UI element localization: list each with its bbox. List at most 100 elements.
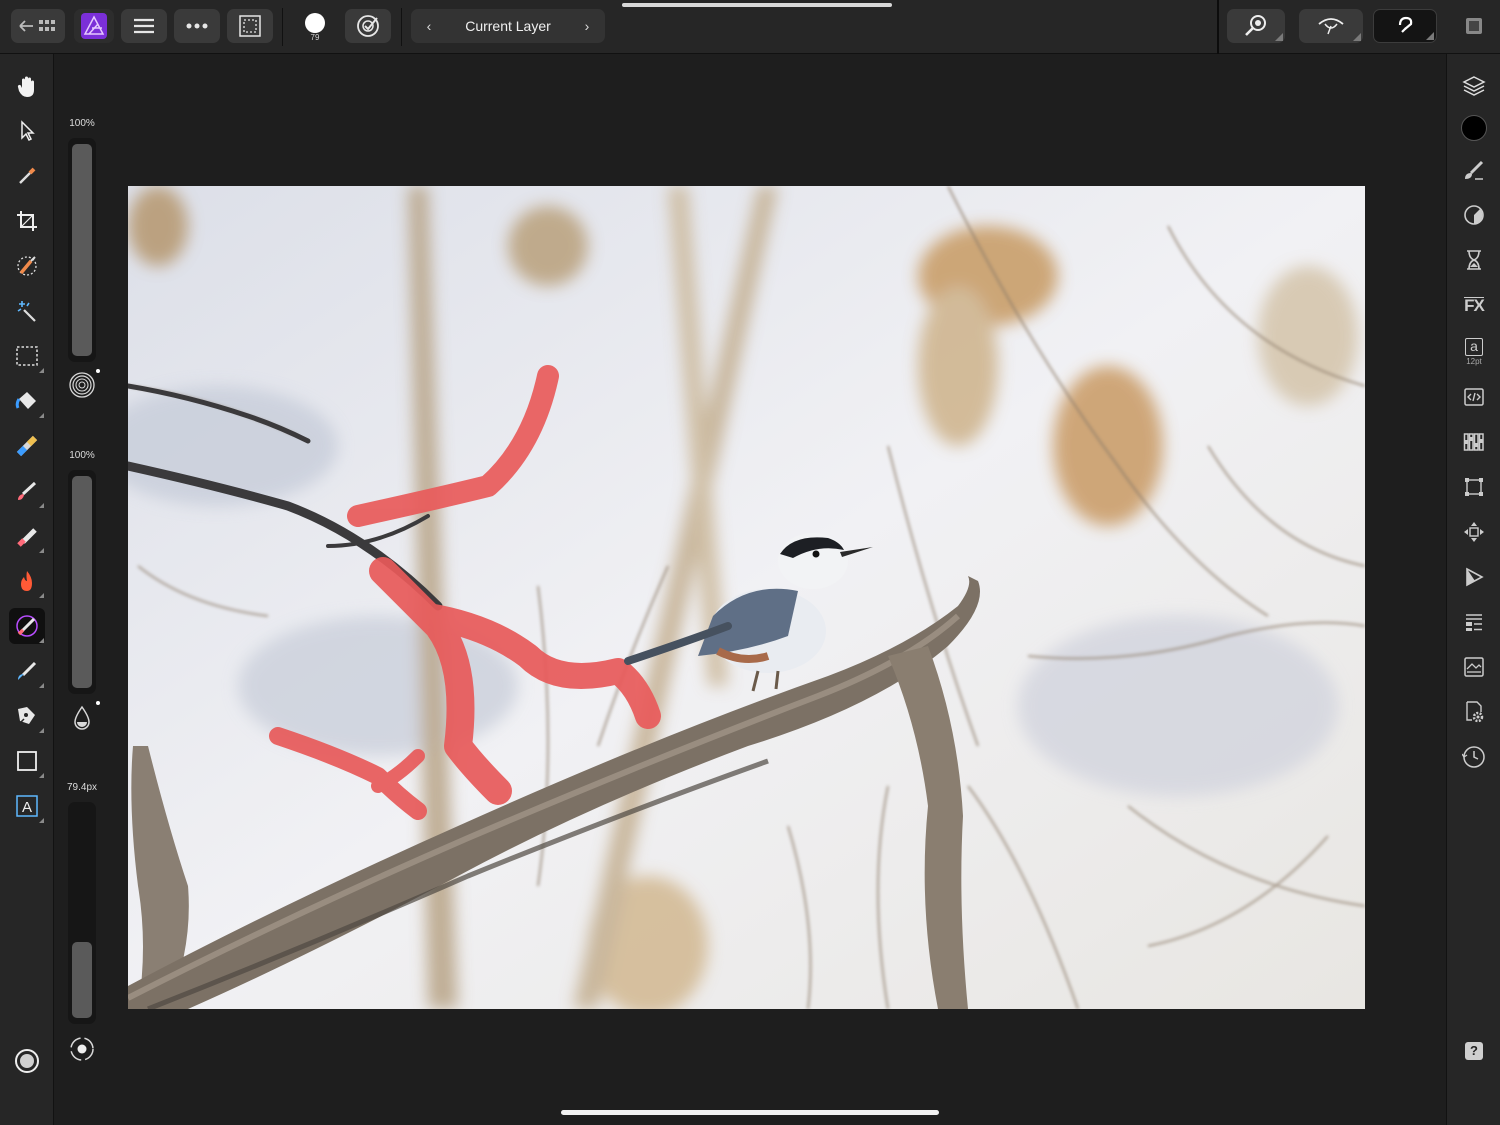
channels-icon [1463,433,1484,451]
flow-slider-fill [72,476,92,688]
channels-panel[interactable] [1459,427,1489,457]
color-picker-tool[interactable] [9,158,45,194]
hand-tool[interactable] [9,69,45,105]
flow-mode-button[interactable] [67,703,97,733]
pen-tool[interactable] [9,698,45,734]
healing-brush-tool[interactable] [9,608,45,644]
width-value: 79.4px [66,782,98,793]
transform-icon [1465,478,1483,496]
crop-tool[interactable] [9,203,45,239]
move-tool[interactable] [9,113,45,149]
quick-menu-button[interactable] [345,9,391,43]
history-panel[interactable] [1459,742,1489,772]
studio-panel: FX a 12pt ? [1446,54,1500,1125]
brushes-panel[interactable] [1459,155,1489,185]
styles-panel[interactable] [1459,382,1489,412]
paint-brush-tool[interactable] [9,473,45,509]
library-panel[interactable] [1459,652,1489,682]
pen-icon [17,707,35,726]
flow-slider[interactable] [68,470,96,694]
fx-panel[interactable]: FX [1459,290,1489,320]
character-panel[interactable]: a 12pt [1459,333,1489,371]
submenu-indicator [39,683,44,688]
selection-brush-icon [17,256,37,276]
eraser-icon [17,528,37,547]
flame-icon [21,571,32,591]
text-char-icon: a [1465,338,1483,356]
spiral-target-icon [69,372,95,398]
opacity-mode-button[interactable] [67,370,97,400]
magic-wand-icon [17,301,36,322]
multitasking-handle[interactable] [622,3,892,7]
play-icon [1466,567,1484,587]
submenu-indicator [1353,33,1361,41]
width-slider[interactable] [68,802,96,1024]
hourglass-icon [1467,250,1481,270]
selection-button[interactable] [227,9,273,43]
crop-icon [17,211,37,231]
hamburger-icon [134,18,154,34]
color-panel[interactable] [1459,113,1489,143]
brush-size-badge: 79 [310,33,320,42]
transform-panel[interactable] [1459,472,1489,502]
droplet-icon [74,705,90,730]
rectangle-tool[interactable] [9,743,45,779]
erase-tool[interactable] [9,518,45,554]
zoom-button[interactable] [1227,9,1285,43]
text-a-icon: A [16,795,38,817]
burn-tool[interactable] [9,563,45,599]
gradient-tool[interactable] [9,428,45,464]
chevron-left-icon[interactable]: ‹ [421,18,437,34]
chevron-right-icon[interactable]: › [579,18,595,34]
app-root: 79 ‹ Current Layer › A 100% 100% 79.4px … [0,0,1500,1125]
record-button[interactable] [9,1043,45,1079]
submenu-indicator [39,593,44,598]
toolbar-separator [401,8,402,46]
layers-panel[interactable] [1459,71,1489,101]
dashed-rect-icon [16,346,38,366]
move-arrows-icon [1464,522,1484,542]
document-photo[interactable] [128,186,1365,1009]
width-slider-fill [72,942,92,1018]
arrow-pointer-icon [21,120,35,142]
stock-panel[interactable] [1459,607,1489,637]
pressure-dot [96,701,100,705]
artistic-text-tool[interactable]: A [9,788,45,824]
submenu-indicator [39,728,44,733]
fx-icon: FX [1464,295,1485,315]
menu-button[interactable] [121,9,167,43]
gradient-icon [16,435,38,457]
back-to-gallery-button[interactable] [11,9,65,43]
tools-panel: A [0,54,54,1125]
eye-cycle-icon [70,1037,94,1061]
width-mode-button[interactable] [67,1034,97,1064]
help-button[interactable]: ? [1459,1036,1489,1066]
magic-wand-tool[interactable] [9,293,45,329]
opacity-slider[interactable] [68,138,96,362]
healing-brush-icon [16,615,38,637]
selection-brush-tool[interactable] [9,248,45,284]
settings-panel[interactable] [1459,697,1489,727]
adjustments-panel[interactable] [1459,200,1489,230]
affinity-photo-logo [81,13,107,39]
macro-panel[interactable] [1459,562,1489,592]
character-size-label: 12pt [1466,357,1482,366]
color-button[interactable]: 79 [292,9,338,43]
magnifier-icon [1245,15,1266,36]
snapping-button[interactable] [1373,9,1437,43]
marquee-tool[interactable] [9,338,45,374]
flow-value: 100% [69,450,95,461]
flood-fill-tool[interactable] [9,383,45,419]
export-button[interactable] [1459,9,1489,43]
more-button[interactable] [174,9,220,43]
help-icon: ? [1465,1042,1483,1060]
persona-button[interactable] [74,9,114,43]
submenu-indicator [39,413,44,418]
filters-panel[interactable] [1459,245,1489,275]
home-indicator[interactable] [561,1110,939,1115]
view-button[interactable] [1299,9,1363,43]
layer-selector[interactable]: ‹ Current Layer › [411,9,605,43]
clone-tool[interactable] [9,653,45,689]
clone-brush-icon [18,661,37,680]
navigator-panel[interactable] [1459,517,1489,547]
